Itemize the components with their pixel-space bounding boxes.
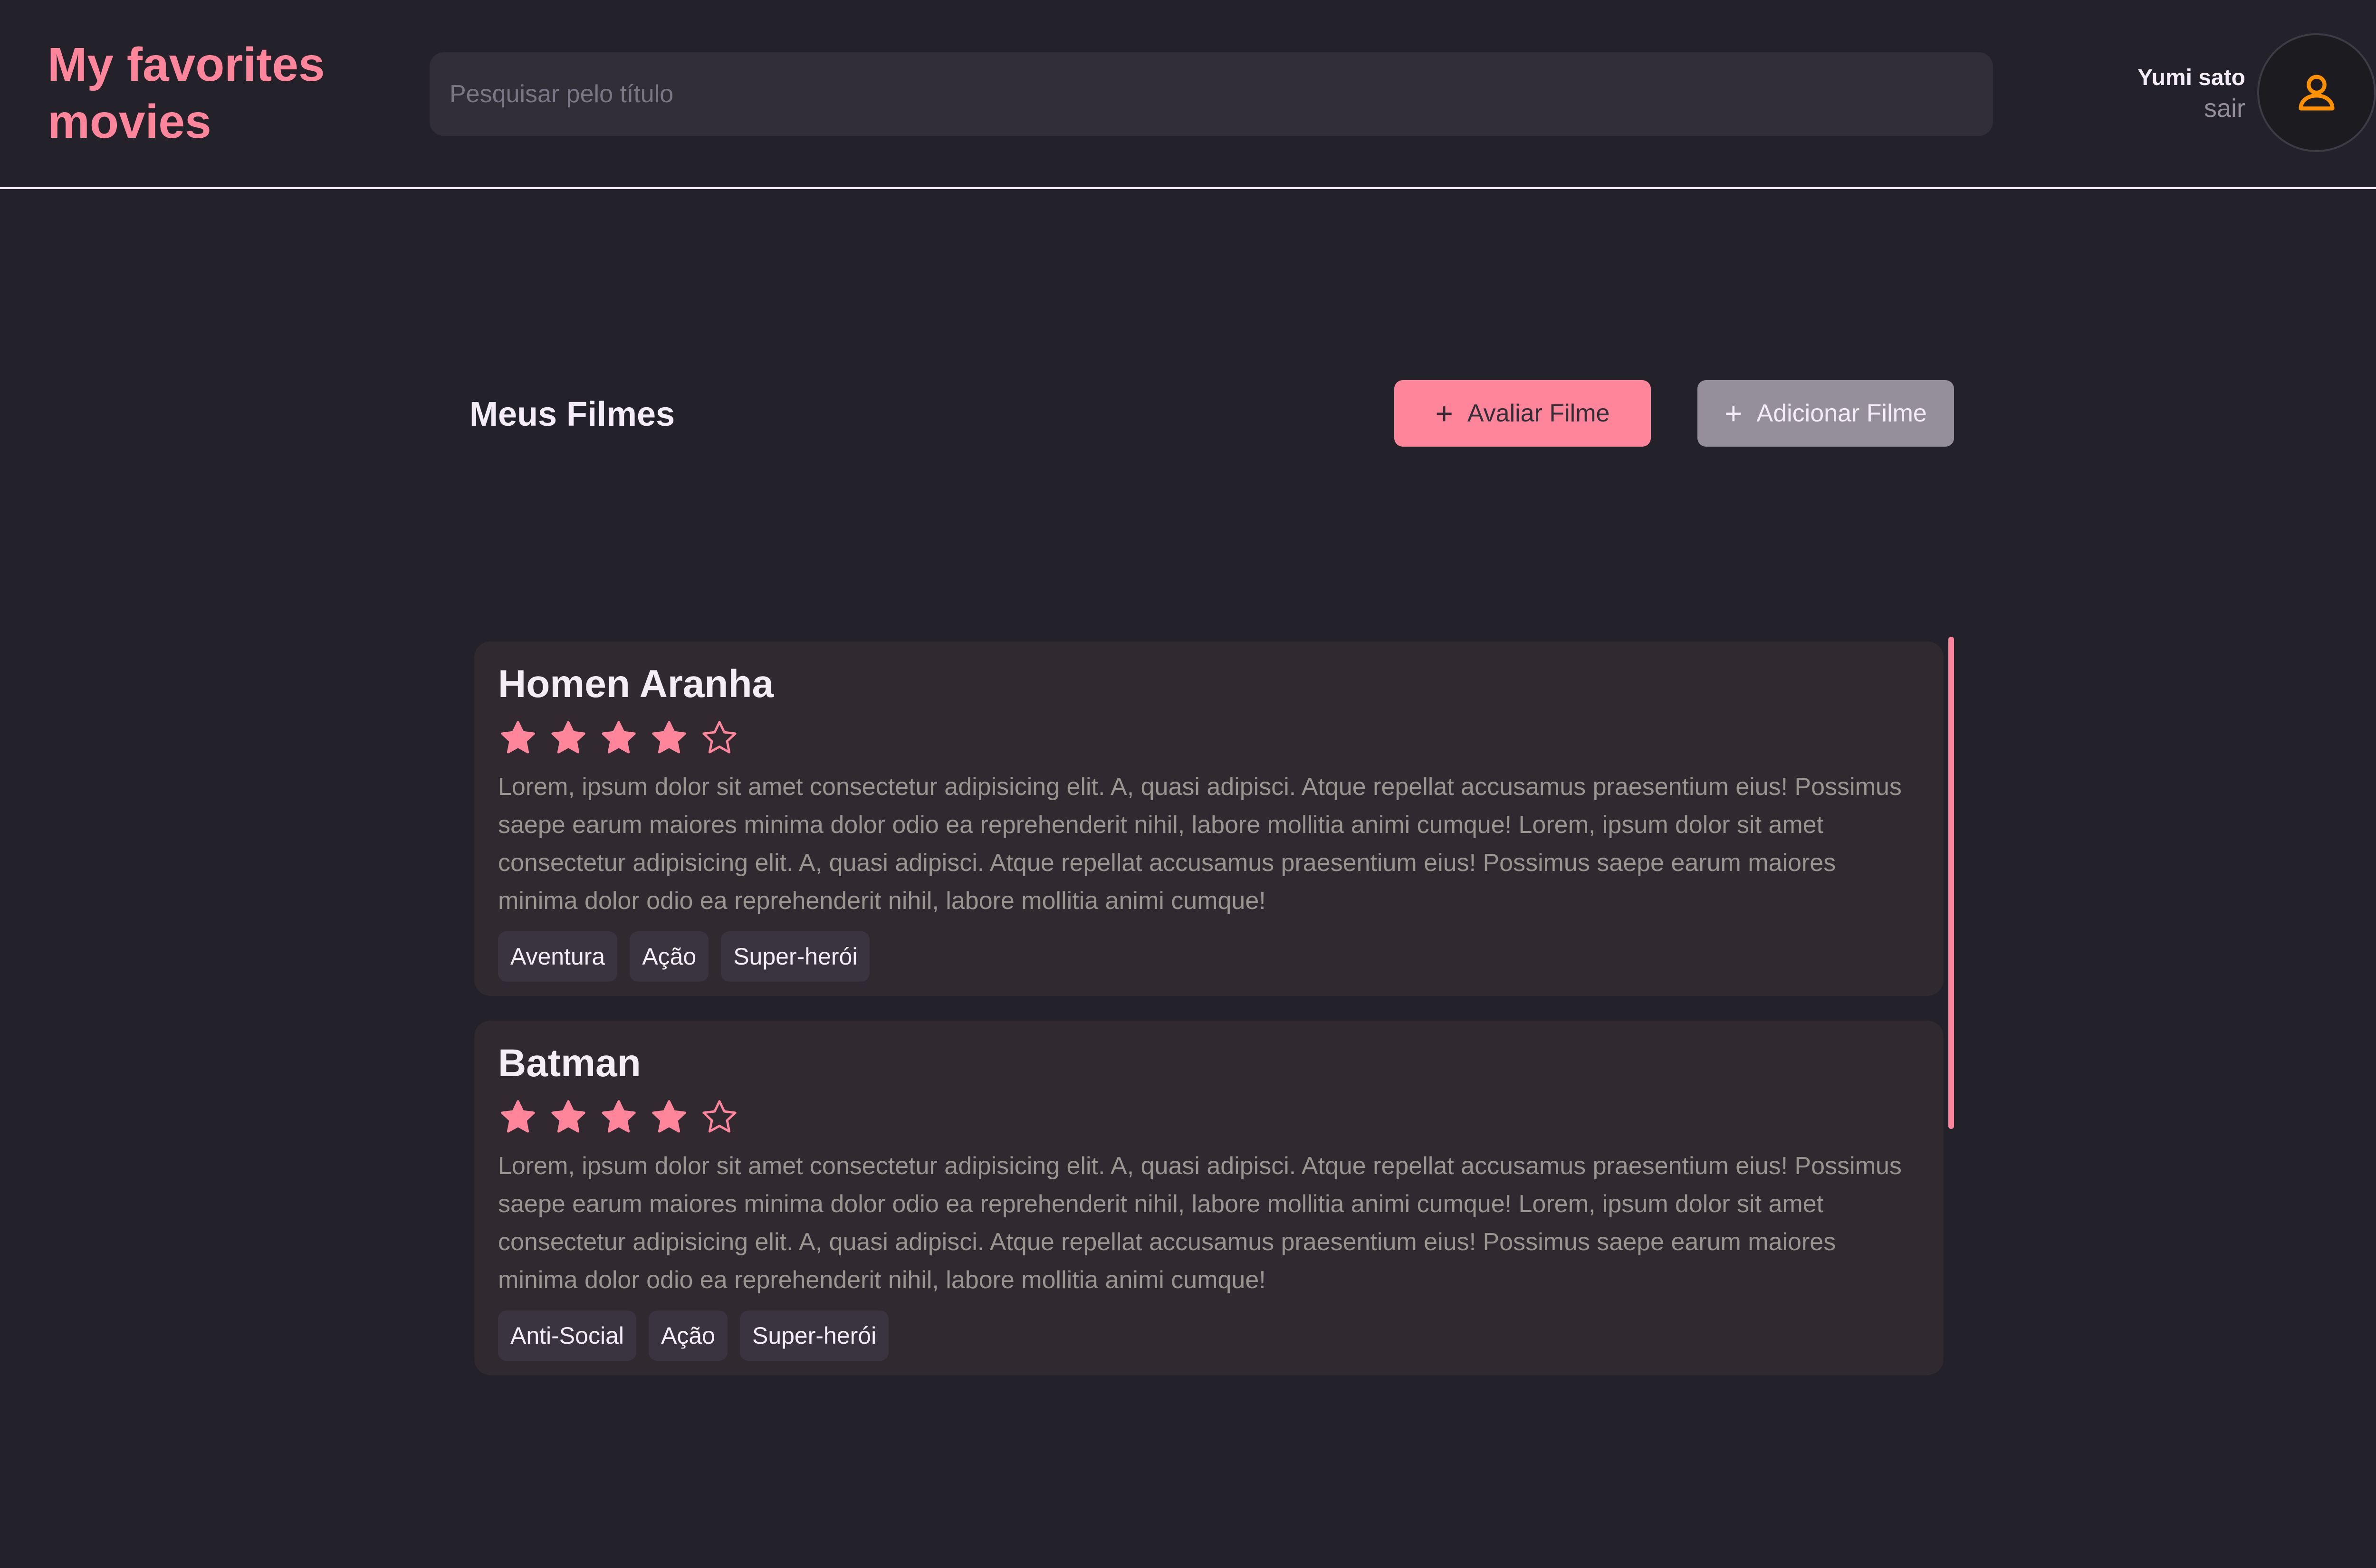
app-header: My favorites movies Yumi sato sair (0, 0, 2376, 189)
movie-card[interactable]: Batman Lorem, ipsum dolor sit amet conse… (474, 1021, 1944, 1375)
user-profile: Yumi sato sair (2137, 63, 2245, 124)
movie-title: Batman (498, 1042, 641, 1085)
add-movie-button-label: Adicionar Filme (1756, 400, 1927, 427)
movie-description: Lorem, ipsum dolor sit amet consectetur … (498, 773, 1902, 915)
tag: Aventura (498, 931, 618, 982)
movie-description: Lorem, ipsum dolor sit amet consectetur … (498, 1152, 1902, 1294)
star-outline-icon (702, 721, 737, 754)
user-name[interactable]: Yumi sato (2137, 63, 2245, 93)
star-filled-icon (602, 1100, 636, 1133)
search-input[interactable] (430, 52, 1993, 136)
tag: Super-herói (721, 931, 870, 982)
signout-link[interactable]: sair (2137, 93, 2245, 124)
tag-list: Anti-Social Ação Super-herói (498, 1310, 1920, 1361)
tag: Anti-Social (498, 1310, 636, 1361)
tag: Ação (649, 1310, 728, 1361)
star-filled-icon (652, 721, 686, 754)
star-rating (498, 717, 1920, 759)
movie-title: Homen Aranha (498, 662, 774, 706)
star-filled-icon (501, 1100, 535, 1133)
plus-icon: + (1725, 396, 1743, 430)
page-title: Meus Filmes (469, 395, 675, 433)
star-filled-icon (551, 1100, 585, 1133)
plus-icon: + (1435, 396, 1453, 430)
star-rating (498, 1096, 1920, 1138)
rate-movie-button-label: Avaliar Filme (1467, 400, 1610, 427)
user-icon (2299, 75, 2335, 111)
star-outline-icon (702, 1100, 737, 1133)
tag: Ação (630, 931, 709, 982)
app-logo[interactable]: My favorites movies (48, 36, 371, 150)
rate-movie-button[interactable]: + Avaliar Filme (1394, 380, 1651, 447)
tag: Super-herói (739, 1310, 889, 1361)
tag-list: Aventura Ação Super-herói (498, 931, 1920, 982)
star-filled-icon (501, 721, 535, 754)
movie-list: Homen Aranha Lorem, ipsum dolor sit amet… (474, 641, 1944, 1400)
star-filled-icon (652, 1100, 686, 1133)
star-filled-icon (551, 721, 585, 754)
star-filled-icon (602, 721, 636, 754)
avatar[interactable] (2257, 33, 2376, 152)
list-scrollbar[interactable] (1948, 637, 1954, 1129)
add-movie-button[interactable]: + Adicionar Filme (1697, 380, 1954, 447)
movie-card[interactable]: Homen Aranha Lorem, ipsum dolor sit amet… (474, 641, 1944, 996)
